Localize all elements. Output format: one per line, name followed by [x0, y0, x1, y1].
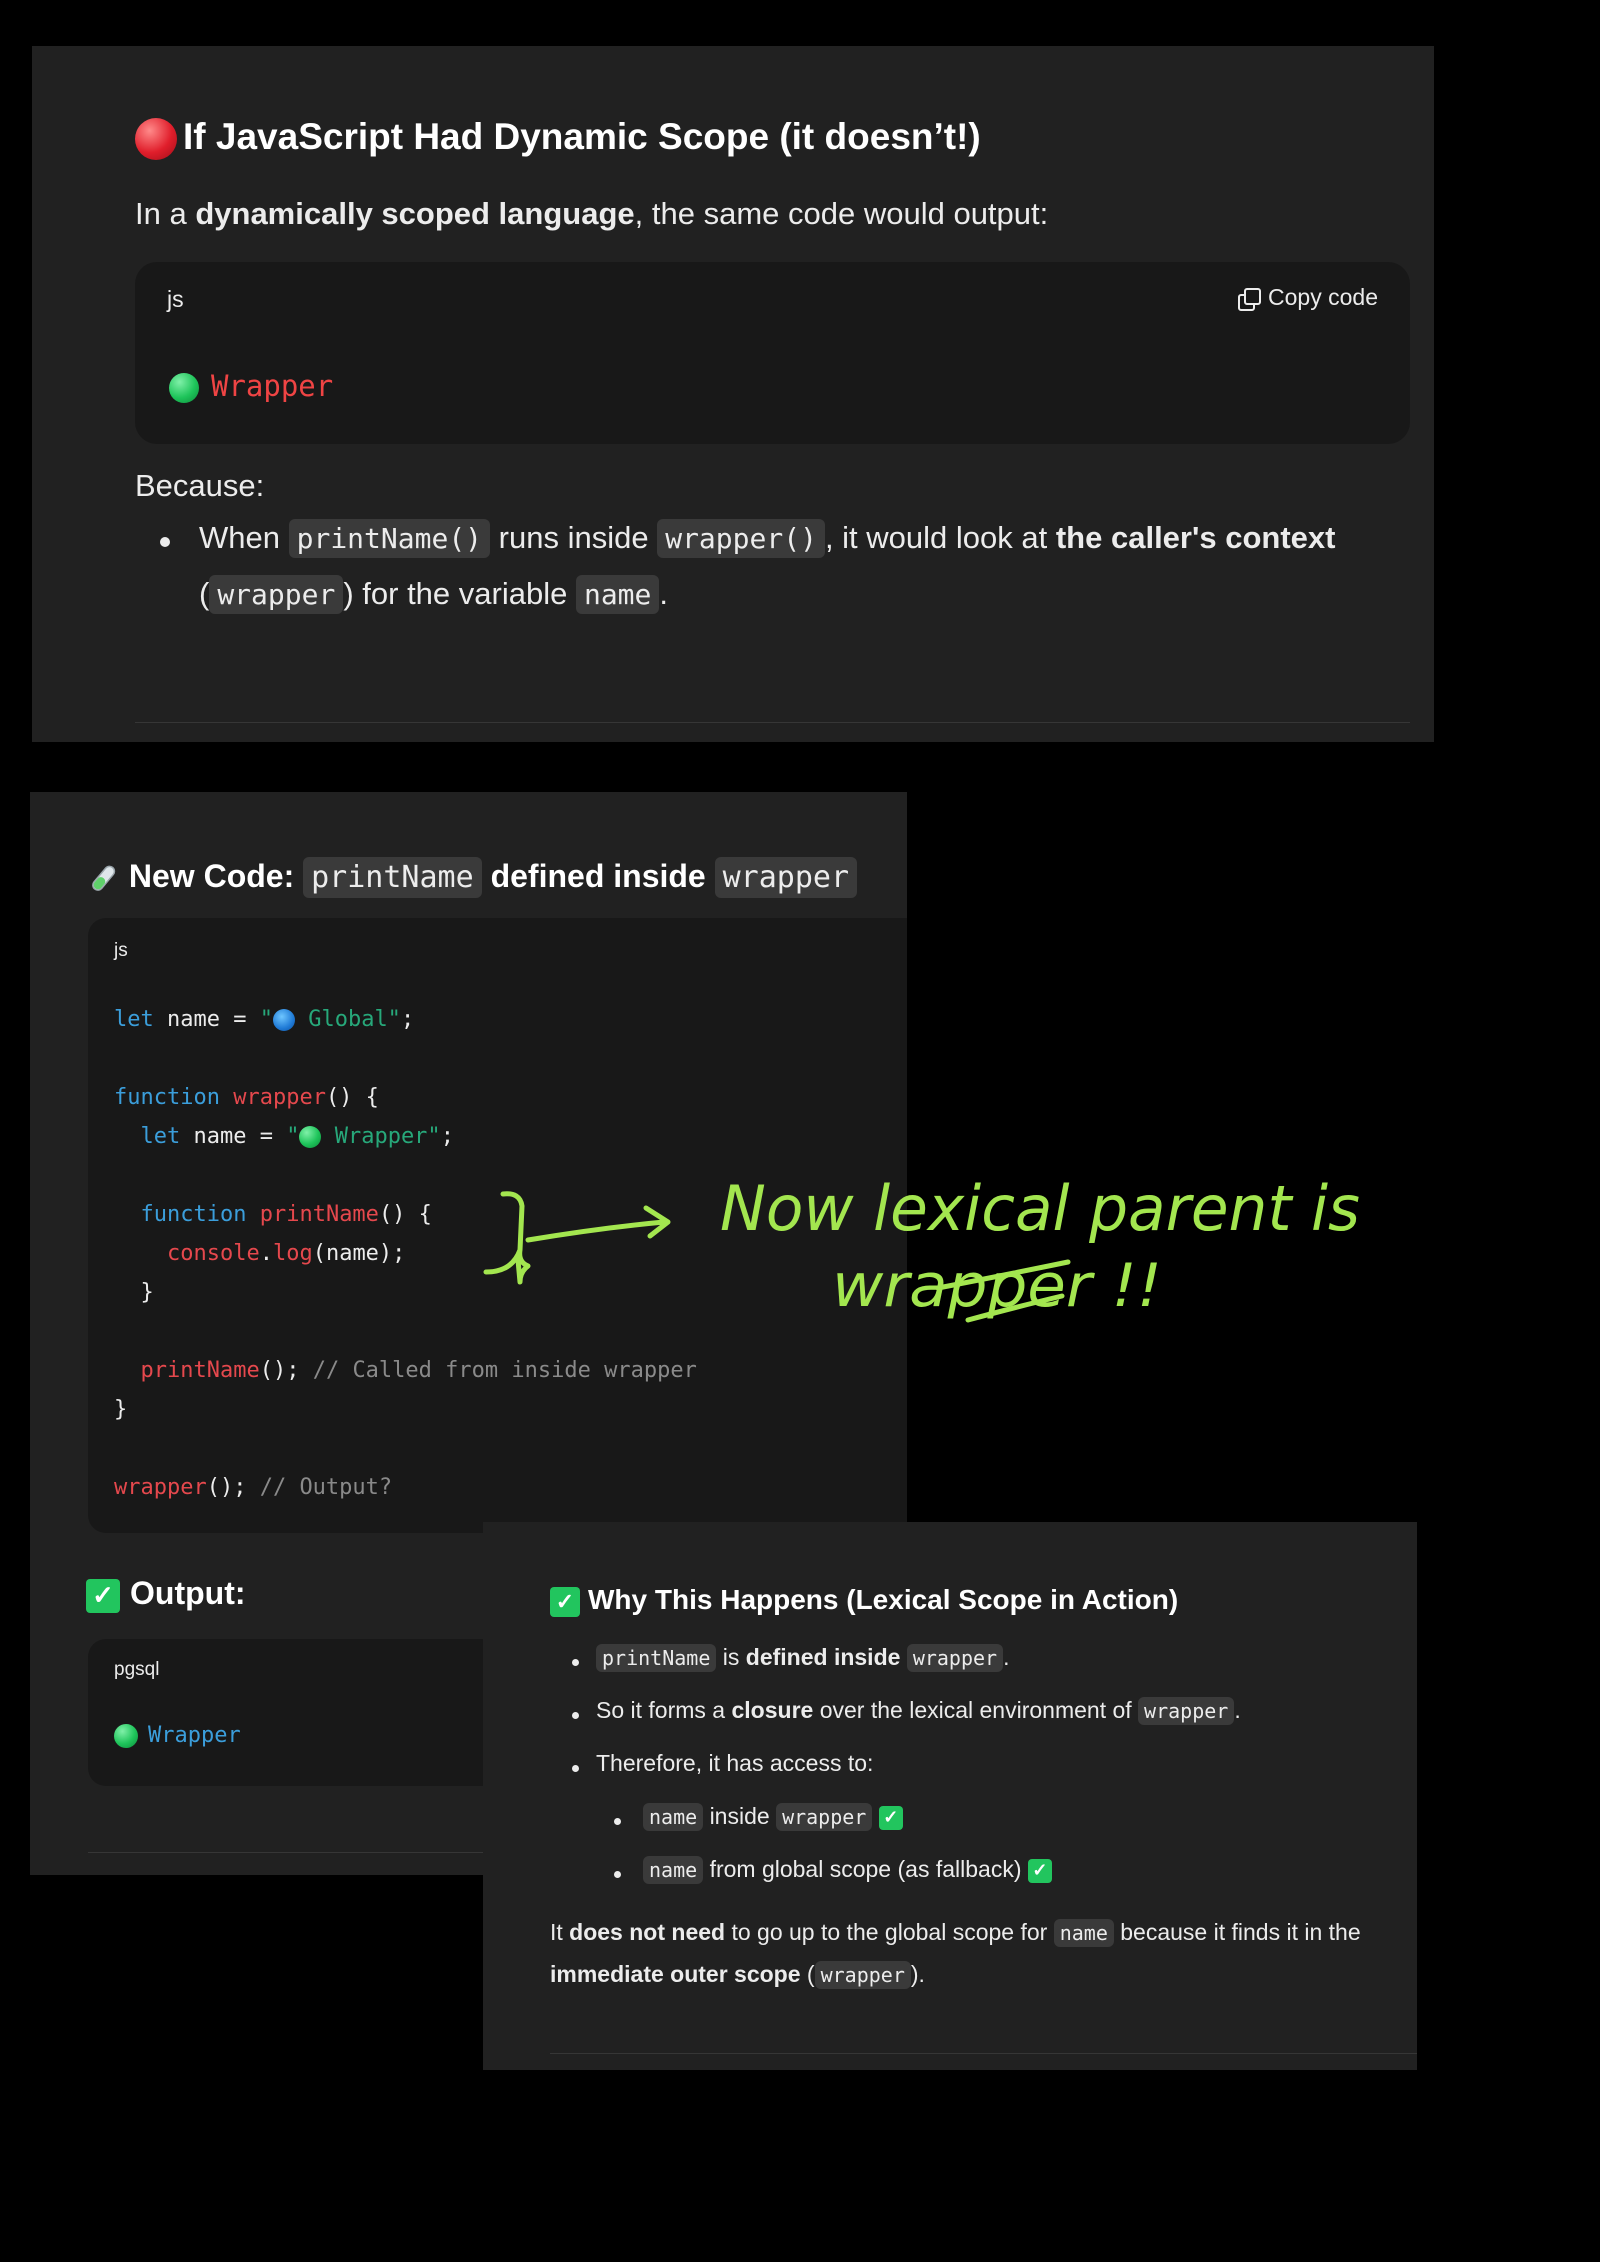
annotation-line1: Now lexical parent is — [720, 1172, 1360, 1245]
bracket-stroke — [483, 1191, 531, 1285]
handwritten-annotation: Now lexical parent is wrapper !! — [483, 1172, 1360, 1323]
arrow-stroke — [525, 1205, 671, 1243]
annotation-line2: wrapper !! — [832, 1251, 1162, 1321]
